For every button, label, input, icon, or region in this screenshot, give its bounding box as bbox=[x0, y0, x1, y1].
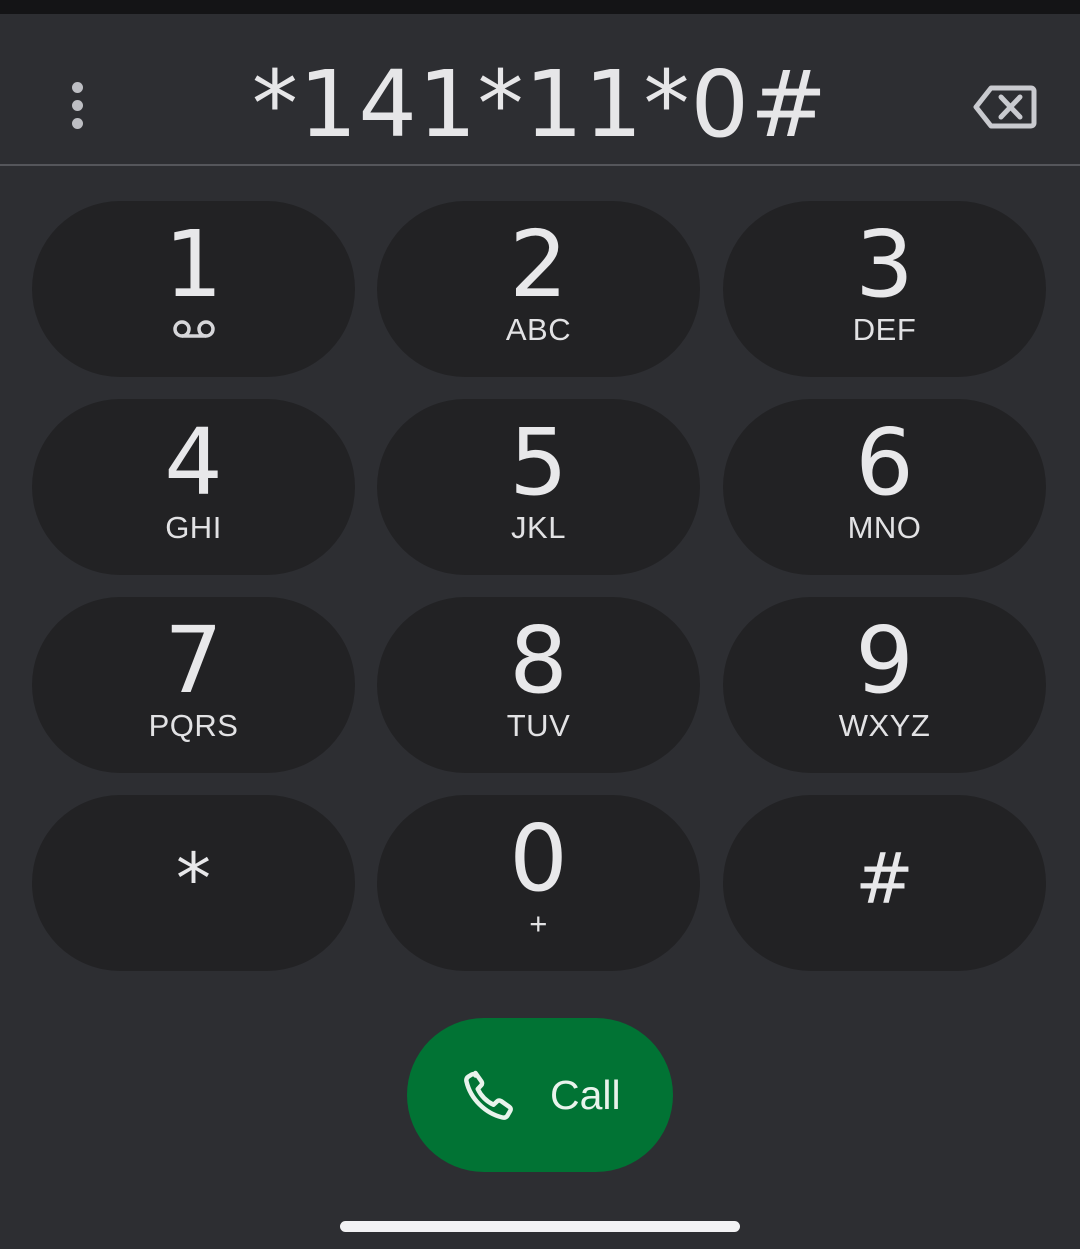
key-digit: 9 bbox=[855, 607, 914, 714]
key-2[interactable]: 2 ABC bbox=[377, 201, 700, 377]
key-digit: 4 bbox=[164, 409, 223, 516]
key-1[interactable]: 1 bbox=[32, 201, 355, 377]
key-6[interactable]: 6 MNO bbox=[723, 399, 1046, 575]
voicemail-icon bbox=[32, 319, 355, 339]
key-3[interactable]: 3 DEF bbox=[723, 201, 1046, 377]
key-letters: ABC bbox=[505, 312, 572, 347]
key-9[interactable]: 9 WXYZ bbox=[723, 597, 1046, 773]
key-letters: PQRS bbox=[148, 708, 239, 743]
call-label: Call bbox=[550, 1072, 621, 1118]
status-bar-strip bbox=[0, 0, 1080, 14]
key-letters: MNO bbox=[847, 510, 922, 545]
more-vert-icon bbox=[71, 81, 83, 93]
more-options-button[interactable] bbox=[46, 62, 108, 148]
key-digit: 0 bbox=[509, 805, 568, 912]
key-digit: 1 bbox=[164, 211, 223, 318]
home-indicator[interactable] bbox=[340, 1221, 740, 1232]
key-star[interactable]: * bbox=[32, 795, 355, 971]
key-5[interactable]: 5 JKL bbox=[377, 399, 700, 575]
key-digit: * bbox=[176, 838, 211, 920]
key-7[interactable]: 7 PQRS bbox=[32, 597, 355, 773]
phone-icon bbox=[464, 1070, 513, 1120]
key-digit: 8 bbox=[509, 607, 568, 714]
dialed-number-display[interactable]: *141*11*0# bbox=[200, 50, 880, 160]
key-digit: # bbox=[855, 838, 914, 920]
backspace-icon bbox=[973, 85, 1037, 129]
header-divider bbox=[0, 164, 1080, 166]
key-0[interactable]: 0 + bbox=[377, 795, 700, 971]
key-8[interactable]: 8 TUV bbox=[377, 597, 700, 773]
key-digit: 7 bbox=[164, 607, 223, 714]
key-digit: 6 bbox=[855, 409, 914, 516]
key-4[interactable]: 4 GHI bbox=[32, 399, 355, 575]
dialer-header: *141*11*0# bbox=[0, 14, 1080, 164]
more-vert-icon-dot bbox=[71, 117, 83, 129]
call-button[interactable]: Call bbox=[407, 1018, 673, 1172]
key-letters: TUV bbox=[506, 708, 571, 743]
more-vert-icon-dot bbox=[71, 99, 83, 111]
key-digit: 5 bbox=[509, 409, 568, 516]
backspace-button[interactable] bbox=[960, 72, 1050, 142]
key-letters: WXYZ bbox=[838, 708, 931, 743]
key-digit: 3 bbox=[855, 211, 914, 318]
key-hash[interactable]: # bbox=[723, 795, 1046, 971]
key-letters: + bbox=[529, 906, 548, 941]
key-letters: GHI bbox=[165, 510, 222, 545]
key-letters: JKL bbox=[511, 510, 566, 545]
key-digit: 2 bbox=[509, 211, 568, 318]
key-letters: DEF bbox=[852, 312, 917, 347]
